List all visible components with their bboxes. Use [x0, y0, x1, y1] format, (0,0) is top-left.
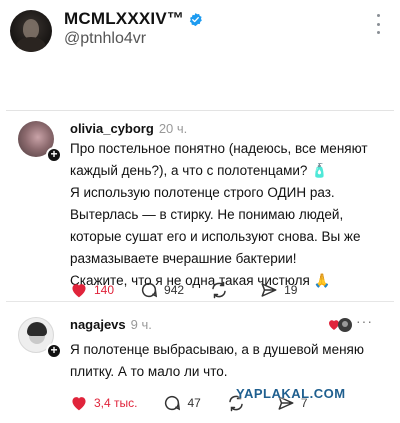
like-button[interactable]: 3,4 тыс. [70, 395, 137, 411]
like-count: 3,4 тыс. [94, 396, 138, 410]
repost-button[interactable] [210, 281, 234, 299]
post1-line: Про постельное понятно (надеюсь, все мен… [70, 141, 368, 156]
post2-line: плитку. А то мало ли что. [70, 364, 228, 379]
liked-by-author-icon [329, 318, 352, 332]
post1-line: которые сушат его и используют снова. Вы… [70, 229, 361, 244]
repost-icon [212, 281, 226, 299]
comment-bubble-icon [141, 282, 158, 298]
post2-line: Я полотенце выбрасываю, а в душевой меня… [70, 342, 364, 357]
post1-username[interactable]: olivia_cyborg [70, 121, 154, 136]
post2-text: Я полотенце выбрасываю, а в душевой меня… [70, 339, 382, 383]
author-handle[interactable]: @ptnhlo4vr [64, 30, 146, 48]
author-name-row: MCMLXXXIV™ [64, 9, 203, 29]
author-display-name[interactable]: MCMLXXXIV™ [64, 9, 184, 29]
post1-time: 20 ч. [158, 121, 188, 136]
share-button[interactable]: 19 [260, 281, 297, 299]
like-button[interactable]: 140 [70, 282, 114, 298]
post1-line: каждый день?), а что с полотенцами? 🧴 [70, 163, 328, 178]
author-avatar[interactable] [10, 10, 52, 52]
embedded-screenshot: + olivia_cyborg 20 ч. Про постельное поня… [6, 110, 394, 423]
post-divider [6, 301, 394, 302]
post1-line: Я использую полотенце строго ОДИН раз. [70, 185, 335, 200]
comment-count: 47 [187, 396, 201, 410]
comment-button[interactable]: 942 [140, 281, 184, 299]
tweet-header: MCMLXXXIV™ @ptnhlo4vr [0, 0, 400, 60]
comment-button[interactable]: 47 [163, 394, 201, 412]
follow-plus-icon[interactable]: + [46, 147, 62, 163]
post1-line: Вытерлась — в стирку. Не понимаю людей, [70, 207, 344, 222]
post1-line: размазываете вчерашние бактерии! [70, 251, 297, 266]
watermark-text: YAPLAKAL.COM [236, 386, 346, 401]
verified-badge-icon [189, 12, 202, 26]
comment-count: 942 [164, 283, 185, 297]
comment-bubble-icon [165, 395, 181, 411]
send-icon [261, 283, 277, 297]
post1-username-row: olivia_cyborg 20 ч. [70, 121, 187, 136]
thread-post-2: + nagajevs 9 ч. ··· Я полотенце выбрасыва… [6, 307, 394, 423]
post2-time: 9 ч. [130, 317, 152, 332]
post2-more-icon[interactable]: ··· [356, 313, 373, 329]
share-count: 19 [284, 283, 298, 297]
thread-post-1: + olivia_cyborg 20 ч. Про постельное поня… [6, 111, 394, 301]
post1-text: Про постельное понятно (надеюсь, все мен… [70, 138, 382, 292]
post2-username[interactable]: nagajevs [70, 317, 126, 332]
post2-username-row: nagajevs 9 ч. [70, 317, 152, 332]
more-options-icon[interactable] [374, 14, 382, 34]
like-count: 140 [94, 283, 115, 297]
heart-filled-icon [72, 397, 86, 411]
heart-filled-icon [72, 284, 86, 298]
post1-actions: 140 942 19 [70, 281, 323, 299]
follow-plus-icon[interactable]: + [46, 343, 62, 359]
